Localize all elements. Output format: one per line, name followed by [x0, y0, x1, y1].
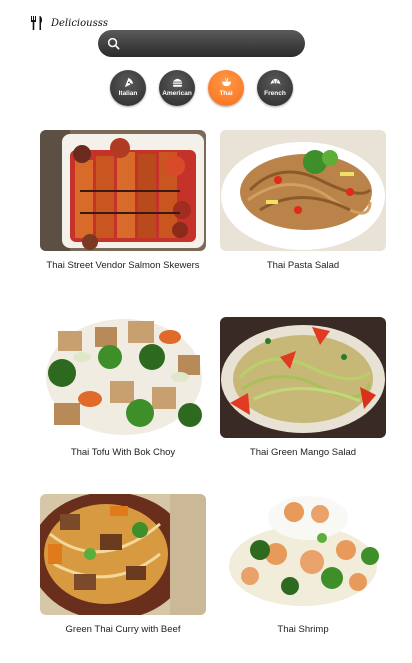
burger-icon [172, 78, 182, 87]
category-label: French [264, 90, 286, 97]
recipe-image[interactable] [220, 317, 386, 438]
fork-knife-icon [31, 16, 43, 30]
recipe-image[interactable] [220, 130, 386, 251]
category-label: Thai [219, 90, 233, 97]
recipe-title[interactable]: Thai Shrimp [220, 624, 386, 636]
recipe-title[interactable]: Thai Pasta Salad [220, 260, 386, 272]
recipe-title[interactable]: Thai Street Vendor Salmon Skewers [40, 260, 206, 272]
recipe-title[interactable]: Thai Green Mango Salad [220, 447, 386, 459]
category-bar: Italian American Thai French [0, 70, 412, 106]
recipe-card[interactable]: Thai Shrimp [220, 494, 386, 636]
recipe-image[interactable] [40, 130, 206, 251]
recipe-card[interactable]: Thai Pasta Salad [220, 130, 386, 272]
recipe-card[interactable]: Thai Tofu With Bok Choy [40, 317, 206, 459]
category-american[interactable]: American [159, 70, 195, 106]
recipe-title[interactable]: Thai Tofu With Bok Choy [40, 447, 206, 459]
app-name: Deliciousss [51, 17, 108, 29]
search-icon [107, 37, 120, 50]
recipe-card[interactable]: Thai Green Mango Salad [220, 317, 386, 459]
recipe-title[interactable]: Green Thai Curry with Beef [40, 624, 206, 636]
category-label: Italian [118, 90, 138, 97]
croissant-icon [269, 78, 281, 85]
category-italian[interactable]: Italian [110, 70, 146, 106]
recipe-image[interactable] [220, 494, 386, 615]
category-french[interactable]: French [257, 70, 293, 106]
app-logo[interactable]: Deliciousss [29, 15, 108, 31]
pizza-icon [124, 77, 133, 88]
category-thai[interactable]: Thai [208, 70, 244, 106]
recipe-image[interactable] [40, 494, 206, 615]
recipe-card[interactable]: Thai Street Vendor Salmon Skewers [40, 130, 206, 272]
search-bar[interactable] [98, 30, 305, 57]
search-input[interactable] [126, 37, 296, 50]
bowl-icon [221, 77, 231, 87]
recipe-card[interactable]: Green Thai Curry with Beef [40, 494, 206, 636]
recipe-image[interactable] [40, 317, 206, 438]
category-label: American [162, 90, 192, 97]
